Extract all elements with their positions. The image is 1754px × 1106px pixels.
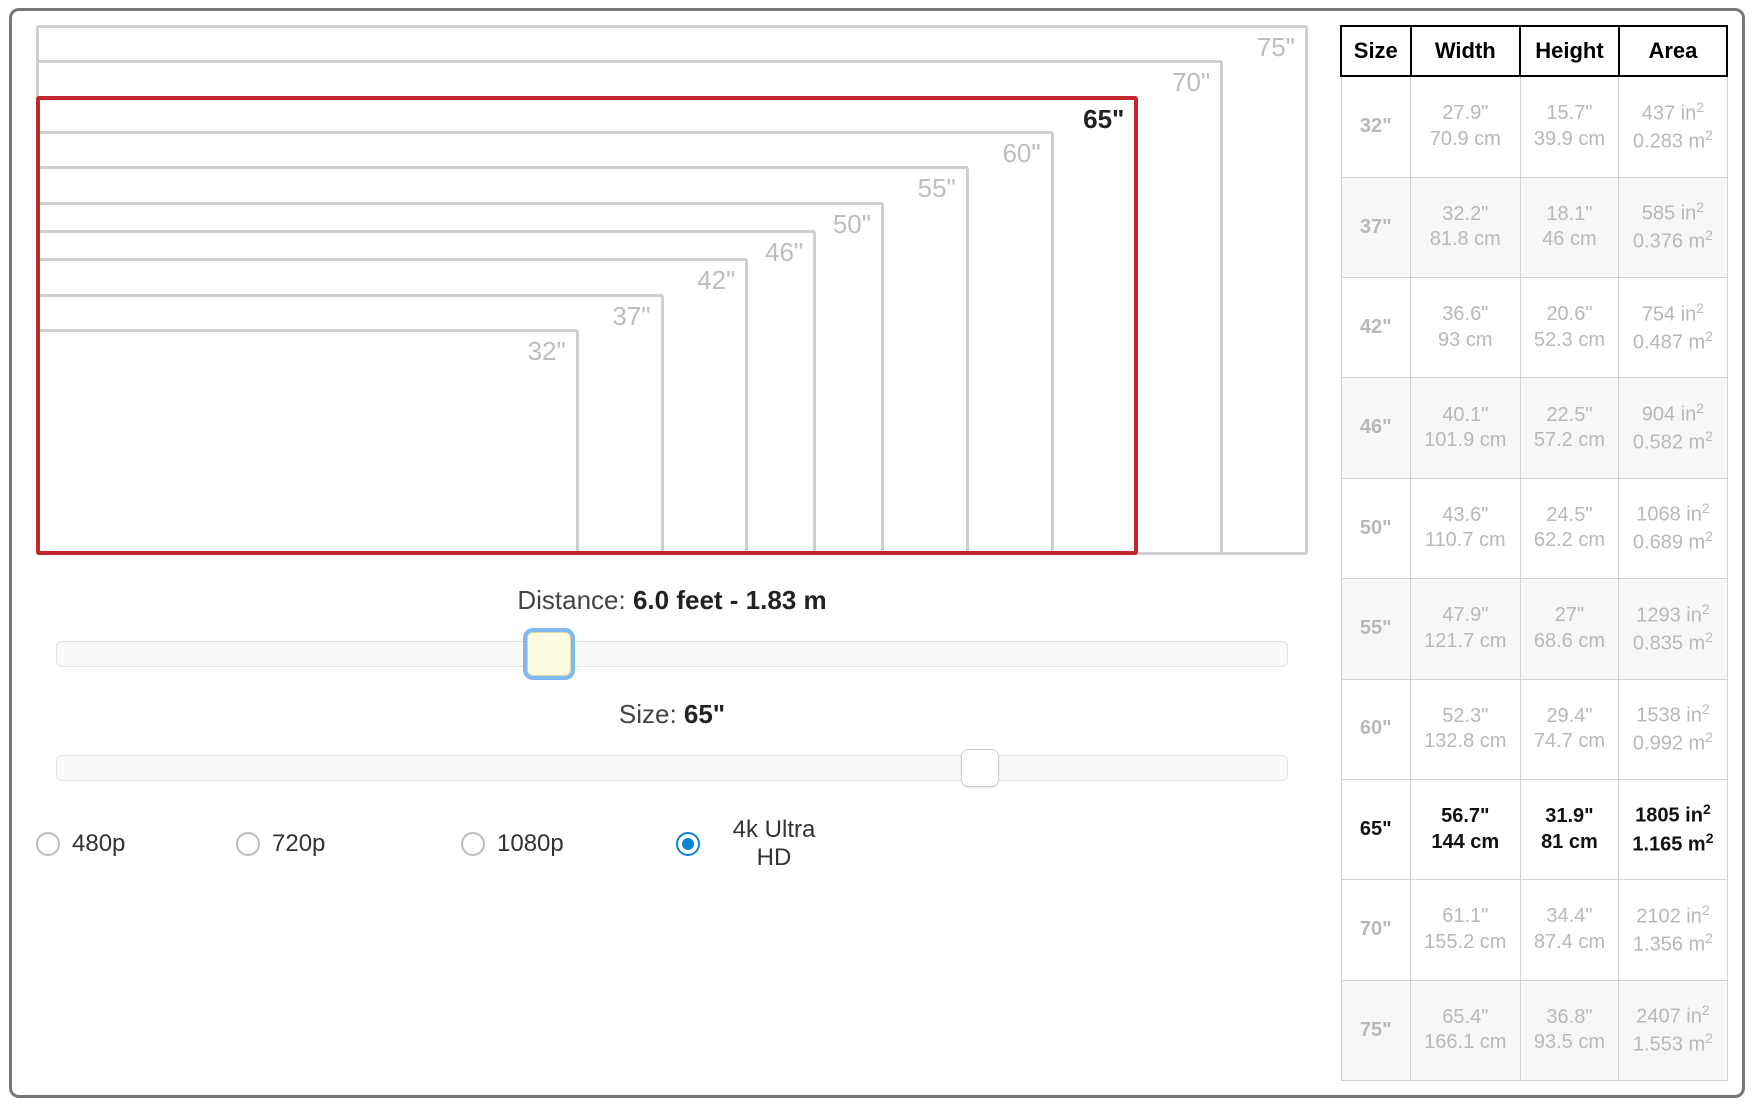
table-row: 60"52.3"132.8 cm29.4"74.7 cm1538 in20.99… [1341,679,1727,779]
cell-width: 47.9"121.7 cm [1411,579,1520,679]
resolution-option-1080p[interactable]: 1080p [461,816,676,872]
cell-area: 754 in20.487 m2 [1619,278,1727,378]
cell-area: 1805 in21.165 m2 [1619,779,1727,879]
resolution-label: 480p [72,830,125,858]
cell-size: 42" [1341,278,1411,378]
table-row: 42"36.6"93 cm20.6"52.3 cm754 in20.487 m2 [1341,278,1727,378]
table-row: 32"27.9"70.9 cm15.7"39.9 cm437 in20.283 … [1341,76,1727,177]
cell-area: 2407 in21.553 m2 [1619,980,1727,1080]
table-row: 70"61.1"155.2 cm34.4"87.4 cm2102 in21.35… [1341,880,1727,980]
size-readout: Size: 65" [26,699,1318,730]
radio-icon [676,832,700,856]
cell-area: 585 in20.376 m2 [1619,177,1727,277]
cell-height: 27"68.6 cm [1520,579,1619,679]
size-slider[interactable] [56,748,1288,788]
size-label: Size: [619,699,684,729]
tv-size-overlay: 32"37"42"46"50"55"60"65"70"75" [36,25,1308,555]
cell-area: 1068 in20.689 m2 [1619,478,1727,578]
cell-size: 50" [1341,478,1411,578]
distance-label: Distance: [517,585,633,615]
distance-readout: Distance: 6.0 feet - 1.83 m [26,585,1318,616]
tv-box-65: 65" [36,96,1138,555]
cell-size: 70" [1341,880,1411,980]
cell-height: 31.9"81 cm [1520,779,1619,879]
cell-area: 1293 in20.835 m2 [1619,579,1727,679]
table-row: 55"47.9"121.7 cm27"68.6 cm1293 in20.835 … [1341,579,1727,679]
cell-width: 27.9"70.9 cm [1411,76,1520,177]
cell-size: 60" [1341,679,1411,779]
resolution-label: 720p [272,830,325,858]
resolution-option-720p[interactable]: 720p [236,816,461,872]
size-slider-thumb[interactable] [961,749,999,787]
table-row: 37"32.2"81.8 cm18.1"46 cm585 in20.376 m2 [1341,177,1727,277]
resolution-radio-group: 480p 720p 1080p 4k Ultra HD [26,816,1318,872]
table-header-size: Size [1341,26,1411,76]
cell-size: 32" [1341,76,1411,177]
cell-size: 75" [1341,980,1411,1080]
cell-height: 36.8"93.5 cm [1520,980,1619,1080]
cell-width: 32.2"81.8 cm [1411,177,1520,277]
cell-area: 904 in20.582 m2 [1619,378,1727,478]
app-frame: 32"37"42"46"50"55"60"65"70"75" Distance:… [9,8,1745,1098]
tv-box-label: 75" [1257,32,1295,63]
table-row: 46"40.1"101.9 cm22.5"57.2 cm904 in20.582… [1341,378,1727,478]
cell-height: 15.7"39.9 cm [1520,76,1619,177]
size-value: 65" [684,699,725,729]
cell-width: 43.6"110.7 cm [1411,478,1520,578]
tv-box-label: 65" [1083,104,1124,135]
dimensions-table: Size Width Height Area 32"27.9"70.9 cm15… [1340,25,1728,1081]
slider-track [56,641,1288,667]
cell-size: 46" [1341,378,1411,478]
resolution-option-4k[interactable]: 4k Ultra HD [676,816,876,872]
resolution-option-480p[interactable]: 480p [36,816,236,872]
distance-value: 6.0 feet - 1.83 m [633,585,827,615]
resolution-label: 1080p [497,830,564,858]
cell-width: 61.1"155.2 cm [1411,880,1520,980]
table-row: 50"43.6"110.7 cm24.5"62.2 cm1068 in20.68… [1341,478,1727,578]
radio-icon [236,832,260,856]
cell-area: 2102 in21.356 m2 [1619,880,1727,980]
resolution-label: 4k Ultra HD [712,816,836,872]
cell-area: 1538 in20.992 m2 [1619,679,1727,779]
distance-slider-thumb[interactable] [527,632,571,676]
table-header-area: Area [1619,26,1727,76]
cell-height: 18.1"46 cm [1520,177,1619,277]
cell-width: 52.3"132.8 cm [1411,679,1520,779]
slider-track [56,755,1288,781]
cell-height: 22.5"57.2 cm [1520,378,1619,478]
cell-height: 20.6"52.3 cm [1520,278,1619,378]
cell-width: 36.6"93 cm [1411,278,1520,378]
cell-area: 437 in20.283 m2 [1619,76,1727,177]
cell-height: 24.5"62.2 cm [1520,478,1619,578]
table-row: 65"56.7"144 cm31.9"81 cm1805 in21.165 m2 [1341,779,1727,879]
cell-width: 56.7"144 cm [1411,779,1520,879]
table-row: 75"65.4"166.1 cm36.8"93.5 cm2407 in21.55… [1341,980,1727,1080]
radio-icon [36,832,60,856]
cell-size: 55" [1341,579,1411,679]
cell-width: 65.4"166.1 cm [1411,980,1520,1080]
table-header-width: Width [1411,26,1520,76]
cell-height: 34.4"87.4 cm [1520,880,1619,980]
cell-size: 65" [1341,779,1411,879]
distance-slider[interactable] [56,634,1288,674]
table-header-height: Height [1520,26,1619,76]
cell-size: 37" [1341,177,1411,277]
radio-icon [461,832,485,856]
cell-width: 40.1"101.9 cm [1411,378,1520,478]
cell-height: 29.4"74.7 cm [1520,679,1619,779]
